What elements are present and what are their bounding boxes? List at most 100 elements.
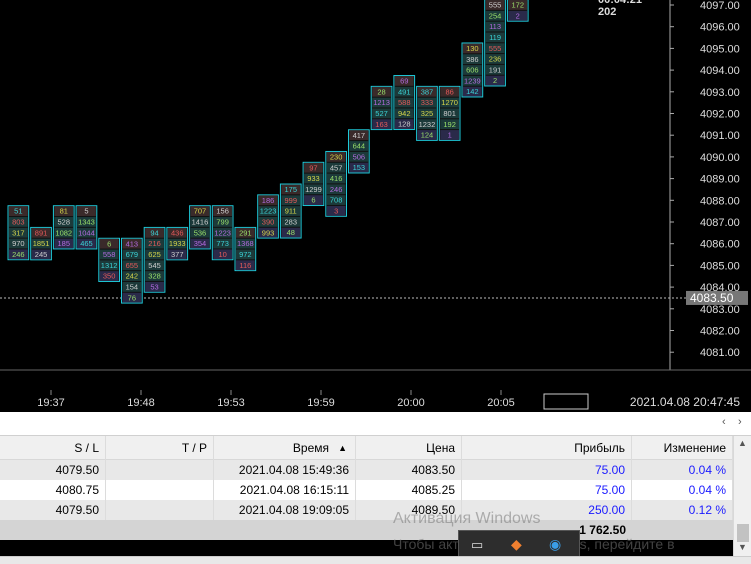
taskbar-popup[interactable]: ▭ ◆ ◉ — [458, 530, 580, 558]
cluster-value: 130 — [466, 44, 479, 53]
cluster-value: 10 — [218, 250, 226, 259]
cell-profit: 250.00 — [462, 500, 632, 520]
scroll-down-icon[interactable]: ▼ — [738, 542, 747, 552]
scroll-right-icon[interactable]: › — [738, 416, 742, 428]
cluster-value: 644 — [353, 142, 366, 151]
cluster-value: 1232 — [419, 120, 436, 129]
cluster-value: 124 — [421, 131, 434, 140]
cluster-value: 1239 — [464, 76, 481, 85]
price-tick-label: 4090.00 — [700, 152, 740, 164]
col-time[interactable]: Время ▲ — [214, 436, 356, 460]
cluster-value: 707 — [194, 207, 207, 216]
price-tick-label: 4088.00 — [700, 195, 740, 207]
price-tick-label: 4086.00 — [700, 239, 740, 251]
cluster-value: 1223 — [260, 207, 277, 216]
cell-price: 4085.25 — [356, 480, 462, 500]
cluster-value: 1933 — [169, 239, 186, 248]
time-tick-label: 19:53 — [217, 397, 245, 409]
cluster-value: 128 — [398, 120, 411, 129]
cluster-value: 555 — [489, 1, 502, 10]
cluster-value: 69 — [400, 77, 408, 86]
col-change[interactable]: Изменение — [632, 436, 733, 460]
footprint-chart[interactable]: 4097.00 4096.00 4095.00 4094.00 4093.00 4092.… — [0, 0, 751, 412]
cluster-value: 465 — [80, 239, 93, 248]
price-tick-label: 4095.00 — [700, 43, 740, 55]
price-tick-label: 4093.00 — [700, 87, 740, 99]
table-row[interactable]: 4080.75 2021.04.08 16:15:11 4085.25 75.00 0.… — [0, 480, 733, 500]
cell-tp — [106, 460, 214, 480]
cluster-value: 163 — [375, 120, 388, 129]
cluster-value: 386 — [466, 55, 479, 64]
cluster-value: 457 — [330, 163, 343, 172]
cluster-value: 588 — [398, 98, 411, 107]
col-sl[interactable]: S / L — [0, 436, 106, 460]
cluster-value: 254 — [489, 11, 502, 20]
cluster-value: 186 — [262, 196, 275, 205]
cluster-value: 679 — [126, 250, 139, 259]
cluster-value: 1044 — [78, 228, 95, 237]
cell-time: 2021.04.08 15:49:36 — [214, 460, 356, 480]
volume-label: 202 — [598, 6, 616, 18]
network-icon[interactable]: ◉ — [549, 536, 561, 553]
cluster-value: 606 — [466, 66, 479, 75]
cluster-value: 491 — [398, 87, 411, 96]
cluster-value: 350 — [103, 272, 116, 281]
cluster-value: 28 — [377, 87, 385, 96]
cell-sl: 4080.75 — [0, 480, 106, 500]
price-tick-label: 4094.00 — [700, 65, 740, 77]
cluster-value: 154 — [126, 282, 139, 291]
table-row[interactable]: 4079.50 2021.04.08 15:49:36 4083.50 75.00 0.… — [0, 460, 733, 480]
cell-price: 4083.50 — [356, 460, 462, 480]
price-tick-label: 4089.00 — [700, 174, 740, 186]
cluster-value: 246 — [330, 185, 343, 194]
time-tick-label: 20:05 — [487, 397, 515, 409]
cluster-value: 390 — [262, 217, 275, 226]
cluster-value: 5 — [84, 207, 88, 216]
price-tick-label: 4083.00 — [700, 304, 740, 316]
col-price[interactable]: Цена — [356, 436, 462, 460]
price-tick-label: 4092.00 — [700, 109, 740, 121]
cluster-value: 113 — [489, 22, 501, 31]
cluster-value: 175 — [284, 185, 297, 194]
cluster-value: 48 — [287, 228, 295, 237]
table-scrollbar[interactable]: ▲ ▼ — [733, 436, 751, 556]
cluster-value: 1213 — [373, 98, 390, 107]
cluster-value: 558 — [103, 250, 116, 259]
cell-sl: 4079.50 — [0, 500, 106, 520]
cluster-value: 708 — [330, 196, 343, 205]
cluster-value: 655 — [126, 261, 139, 270]
scroll-left-icon[interactable]: ‹ — [722, 416, 726, 428]
table-row[interactable]: 4079.50 2021.04.08 19:09:05 4089.50 250.00 0… — [0, 500, 733, 520]
time-tick-label: 19:59 — [307, 397, 335, 409]
cluster-value: 545 — [148, 261, 161, 270]
cluster-value: 245 — [35, 250, 48, 259]
col-profit[interactable]: Прибыль — [462, 436, 632, 460]
cluster-value: 536 — [194, 228, 207, 237]
cluster-value: 230 — [330, 152, 343, 161]
cell-change: 0.04 % — [632, 460, 733, 480]
price-tick-label: 4082.00 — [700, 326, 740, 338]
cluster-value: 76 — [128, 293, 136, 302]
cluster-value: 773 — [216, 239, 229, 248]
chart-canvas[interactable]: 4097.00 4096.00 4095.00 4094.00 4093.00 4092.… — [0, 0, 751, 412]
cluster-value: 413 — [126, 239, 139, 248]
current-datetime: 2021.04.08 20:47:45 — [630, 395, 740, 409]
cluster-value: 325 — [421, 109, 434, 118]
price-tick-label: 4097.00 — [700, 0, 740, 12]
time-tick-label: 19:37 — [37, 397, 65, 409]
cluster-value: 1343 — [78, 218, 95, 227]
cell-tp — [106, 500, 214, 520]
table-toolbar: ‹ › — [0, 412, 751, 436]
col-tp[interactable]: T / P — [106, 436, 214, 460]
cell-tp — [106, 480, 214, 500]
cluster-value: 970 — [12, 239, 25, 248]
scroll-up-icon[interactable]: ▲ — [738, 438, 747, 448]
scroll-thumb[interactable] — [737, 524, 749, 542]
cluster-value: 1368 — [237, 239, 254, 248]
cluster-value: 417 — [353, 131, 366, 140]
cluster-value: 799 — [216, 218, 229, 227]
folder-icon[interactable]: ▭ — [471, 537, 483, 553]
cluster-value: 999 — [284, 196, 297, 205]
app-icon[interactable]: ◆ — [511, 536, 522, 553]
cluster-value: 97 — [309, 163, 317, 172]
